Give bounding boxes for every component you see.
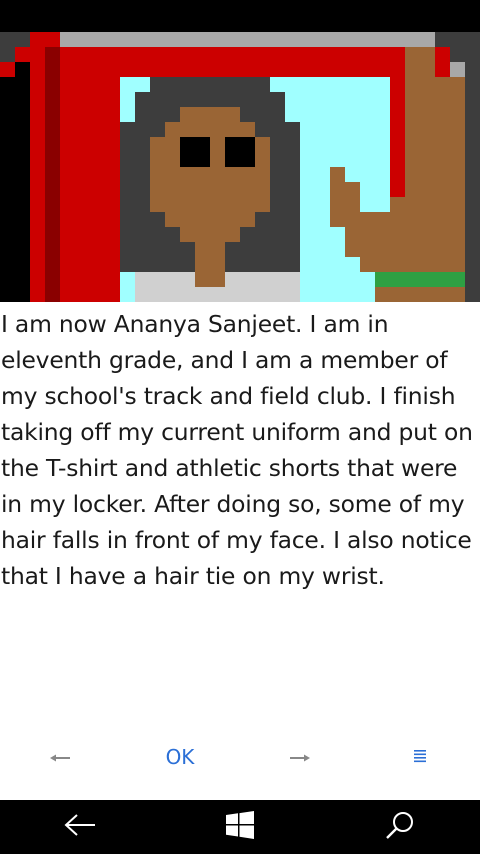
arrow-left-icon [50,748,70,767]
home-button[interactable] [160,800,320,854]
search-icon [385,810,415,844]
back-arrow-icon [64,813,96,841]
app-bar: OK [0,726,480,788]
next-button[interactable] [240,726,360,788]
hamburger-menu-icon [414,748,426,767]
back-button[interactable] [0,800,160,854]
story-text: I am now Ananya Sanjeet. I am in elevent… [1,310,473,590]
ok-button[interactable]: OK [120,726,240,788]
status-bar [0,0,480,32]
menu-button[interactable] [360,726,480,788]
pixel-art-scene [0,32,480,302]
windows-logo-icon [226,811,254,843]
previous-button[interactable] [0,726,120,788]
ok-label: OK [165,745,195,769]
search-button[interactable] [320,800,480,854]
arrow-right-icon [290,748,310,767]
navigation-bar [0,800,480,854]
